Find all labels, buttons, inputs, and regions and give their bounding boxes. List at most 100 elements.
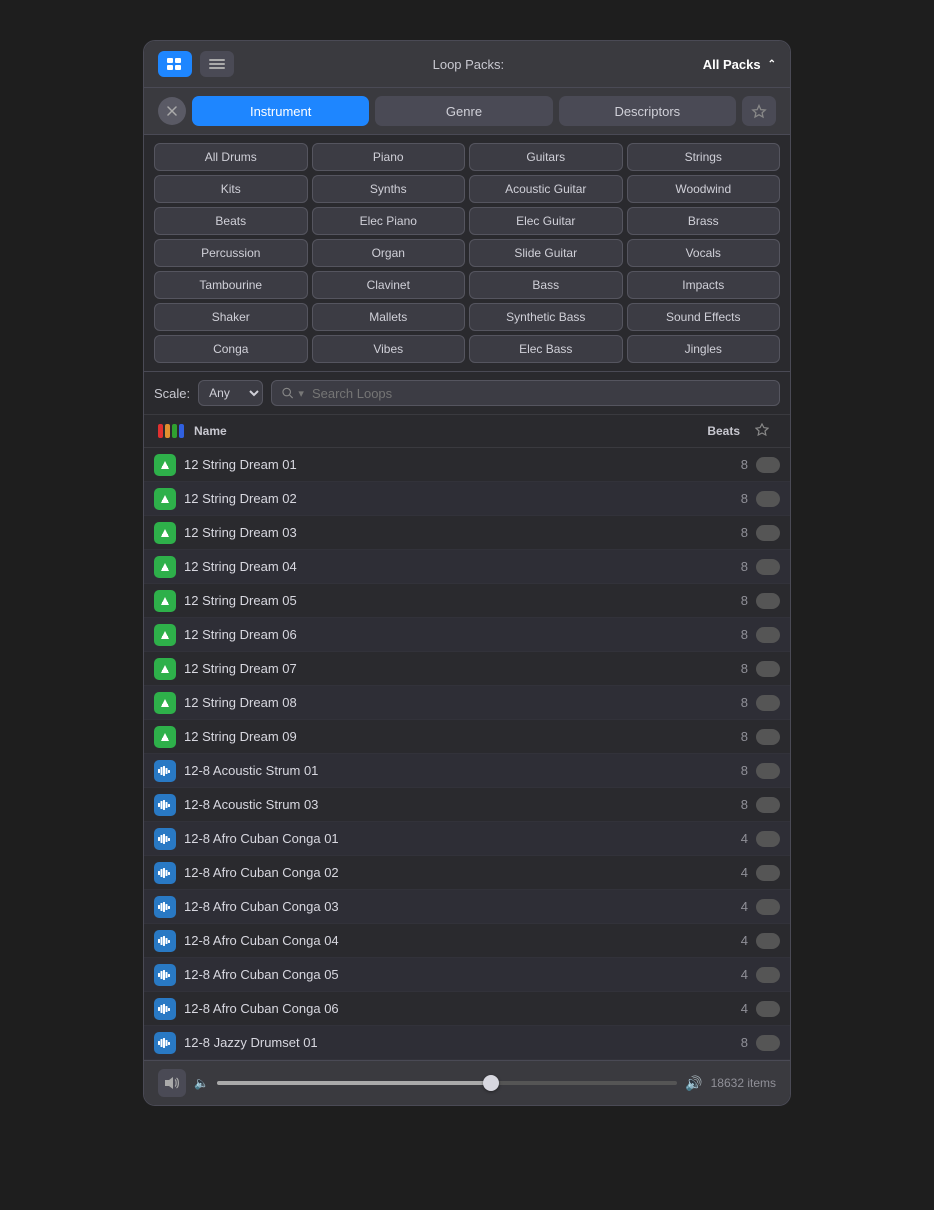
loop-beats: 8 [698,729,748,744]
loop-row[interactable]: 12 String Dream 068 [144,618,790,652]
loop-row[interactable]: 12-8 Acoustic Strum 018 [144,754,790,788]
loop-icon [154,522,176,544]
loop-name: 12-8 Acoustic Strum 03 [184,797,690,812]
instrument-button-elec-bass[interactable]: Elec Bass [469,335,623,363]
instrument-button-strings[interactable]: Strings [627,143,781,171]
loop-favorite-toggle[interactable] [756,933,780,949]
loop-favorite-toggle[interactable] [756,797,780,813]
instrument-button-elec-guitar[interactable]: Elec Guitar [469,207,623,235]
instrument-button-clavinet[interactable]: Clavinet [312,271,466,299]
loop-name: 12 String Dream 06 [184,627,690,642]
search-dropdown-icon[interactable]: ▾ [298,387,304,400]
loop-favorite-toggle[interactable] [756,1035,780,1051]
loop-row[interactable]: 12-8 Afro Cuban Conga 024 [144,856,790,890]
instrument-button-piano[interactable]: Piano [312,143,466,171]
loop-icon [154,794,176,816]
instrument-button-slide-guitar[interactable]: Slide Guitar [469,239,623,267]
loop-favorite-toggle[interactable] [756,865,780,881]
instrument-button-organ[interactable]: Organ [312,239,466,267]
loop-favorite-toggle[interactable] [756,627,780,643]
instrument-button-acoustic-guitar[interactable]: Acoustic Guitar [469,175,623,203]
loop-row[interactable]: 12 String Dream 088 [144,686,790,720]
instrument-button-beats[interactable]: Beats [154,207,308,235]
instrument-button-percussion[interactable]: Percussion [154,239,308,267]
loop-favorite-toggle[interactable] [756,593,780,609]
instrument-button-synthetic-bass[interactable]: Synthetic Bass [469,303,623,331]
volume-low-icon: 🔈 [194,1076,209,1090]
grid-view-button[interactable] [200,51,234,77]
volume-slider[interactable] [217,1081,677,1085]
loop-row[interactable]: 12-8 Jazzy Drumset 018 [144,1026,790,1060]
loop-favorite-toggle[interactable] [756,661,780,677]
instrument-button-sound-effects[interactable]: Sound Effects [627,303,781,331]
instrument-button-bass[interactable]: Bass [469,271,623,299]
loop-icon [154,692,176,714]
loop-row[interactable]: 12-8 Afro Cuban Conga 064 [144,992,790,1026]
col-fav-header [748,423,776,439]
loop-favorite-toggle[interactable] [756,1001,780,1017]
loop-favorite-toggle[interactable] [756,559,780,575]
loop-row[interactable]: 12-8 Acoustic Strum 038 [144,788,790,822]
loop-name: 12 String Dream 07 [184,661,690,676]
loop-icon [154,828,176,850]
instrument-button-kits[interactable]: Kits [154,175,308,203]
color-sort-icon[interactable] [158,421,186,441]
loop-favorite-toggle[interactable] [756,899,780,915]
loop-row[interactable]: 12-8 Afro Cuban Conga 014 [144,822,790,856]
loop-icon [154,726,176,748]
loop-favorite-toggle[interactable] [756,695,780,711]
instrument-button-mallets[interactable]: Mallets [312,303,466,331]
favorites-filter-button[interactable] [742,96,776,126]
loop-name: 12-8 Afro Cuban Conga 02 [184,865,690,880]
list-view-button[interactable] [158,51,192,77]
clear-filter-button[interactable] [158,97,186,125]
loop-row[interactable]: 12 String Dream 038 [144,516,790,550]
instrument-button-jingles[interactable]: Jingles [627,335,781,363]
loop-beats: 4 [698,933,748,948]
loop-row[interactable]: 12 String Dream 02 8 [144,482,790,516]
instrument-button-woodwind[interactable]: Woodwind [627,175,781,203]
tab-genre[interactable]: Genre [375,96,552,126]
loop-icon [154,624,176,646]
loop-favorite-toggle[interactable] [756,525,780,541]
instrument-button-shaker[interactable]: Shaker [154,303,308,331]
loop-name: 12-8 Afro Cuban Conga 05 [184,967,690,982]
loop-beats: 4 [698,831,748,846]
loop-favorite-toggle[interactable] [756,457,780,473]
loop-row[interactable]: 12-8 Afro Cuban Conga 044 [144,924,790,958]
instrument-button-vibes[interactable]: Vibes [312,335,466,363]
instrument-button-conga[interactable]: Conga [154,335,308,363]
loop-row[interactable]: 12-8 Afro Cuban Conga 034 [144,890,790,924]
loop-beats: 8 [698,593,748,608]
instrument-button-brass[interactable]: Brass [627,207,781,235]
all-packs-dropdown[interactable]: All Packs ⌃ [703,57,776,72]
instrument-button-all-drums[interactable]: All Drums [154,143,308,171]
scale-select[interactable]: Any Major Minor [198,380,263,406]
instrument-button-impacts[interactable]: Impacts [627,271,781,299]
tab-descriptors[interactable]: Descriptors [559,96,736,126]
item-count: 18632 items [711,1076,776,1090]
loop-favorite-toggle[interactable] [756,831,780,847]
instrument-button-tambourine[interactable]: Tambourine [154,271,308,299]
loop-row[interactable]: 12 String Dream 058 [144,584,790,618]
loop-row[interactable]: 12 String Dream 018 [144,448,790,482]
search-input[interactable] [312,386,769,401]
loop-icon [154,1032,176,1054]
loop-favorite-toggle[interactable] [756,763,780,779]
instrument-button-guitars[interactable]: Guitars [469,143,623,171]
loop-favorite-toggle[interactable] [756,729,780,745]
loop-row[interactable]: 12-8 Afro Cuban Conga 054 [144,958,790,992]
loop-row[interactable]: 12 String Dream 048 [144,550,790,584]
header: Loop Packs: All Packs ⌃ [144,41,790,88]
loop-favorite-toggle[interactable] [756,491,780,507]
instrument-button-synths[interactable]: Synths [312,175,466,203]
loop-favorite-toggle[interactable] [756,967,780,983]
loop-row[interactable]: 12 String Dream 098 [144,720,790,754]
tab-instrument[interactable]: Instrument [192,96,369,126]
loop-beats: 8 [698,491,748,506]
instrument-button-vocals[interactable]: Vocals [627,239,781,267]
loop-name: 12 String Dream 02 [184,491,690,506]
loop-row[interactable]: 12 String Dream 078 [144,652,790,686]
instrument-button-elec-piano[interactable]: Elec Piano [312,207,466,235]
speaker-button[interactable] [158,1069,186,1097]
